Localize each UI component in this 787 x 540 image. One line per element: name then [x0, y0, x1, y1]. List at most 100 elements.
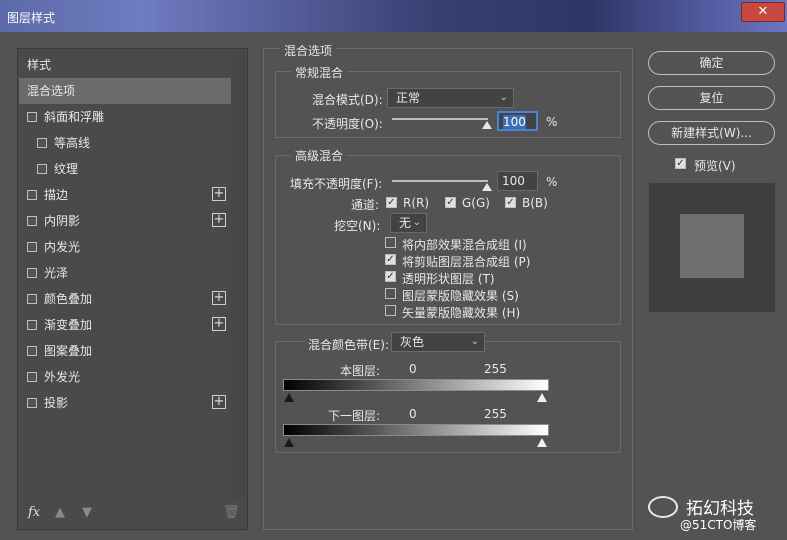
- style-item-checkbox[interactable]: [27, 294, 37, 304]
- style-item[interactable]: 内发光: [19, 234, 231, 260]
- style-item-label: 纹理: [54, 162, 79, 176]
- close-icon[interactable]: ✕: [741, 2, 785, 22]
- style-item[interactable]: 外发光: [19, 364, 231, 390]
- opacity-unit: %: [546, 115, 558, 129]
- advanced-option-checkbox[interactable]: [385, 288, 396, 299]
- add-icon[interactable]: +: [212, 395, 226, 409]
- style-item[interactable]: 纹理: [19, 156, 231, 182]
- add-icon[interactable]: +: [212, 291, 226, 305]
- opacity-input[interactable]: 100: [497, 111, 538, 131]
- style-item-checkbox[interactable]: [27, 190, 37, 200]
- this-layer-white-slider[interactable]: [537, 393, 547, 402]
- this-layer-min: 0: [409, 362, 417, 376]
- fill-opacity-value: 100: [502, 174, 525, 188]
- this-layer-label: 本图层:: [340, 364, 381, 378]
- style-item-label: 等高线: [54, 136, 91, 150]
- style-item-checkbox[interactable]: [27, 216, 37, 226]
- knockout-select[interactable]: 无 ⌄: [390, 213, 427, 233]
- add-icon[interactable]: +: [212, 187, 226, 201]
- advanced-option-checkbox[interactable]: ✓: [385, 254, 396, 265]
- watermark-site: @51CTO博客: [680, 518, 757, 532]
- fill-opacity-input[interactable]: 100: [497, 171, 538, 191]
- advanced-option-checkbox[interactable]: ✓: [385, 271, 396, 282]
- style-item[interactable]: 内阴影 +: [19, 208, 231, 234]
- wechat-icon: [648, 496, 678, 518]
- style-item-checkbox[interactable]: [27, 346, 37, 356]
- style-item-label: 光泽: [44, 266, 69, 280]
- ok-button[interactable]: 确定: [648, 51, 775, 75]
- add-icon[interactable]: +: [212, 213, 226, 227]
- blend-if-select[interactable]: 灰色 ⌄: [391, 332, 485, 352]
- style-item[interactable]: 斜面和浮雕: [19, 104, 231, 130]
- advanced-option-checkbox[interactable]: [385, 237, 396, 248]
- style-item-label: 外发光: [44, 370, 81, 384]
- knockout-label: 挖空(N):: [334, 219, 381, 233]
- fill-slider-track[interactable]: [392, 180, 488, 182]
- window-title: 图层样式: [7, 11, 56, 25]
- arrow-down-icon[interactable]: ▼: [82, 505, 92, 520]
- fill-opacity-unit: %: [546, 175, 558, 189]
- style-item[interactable]: 光泽: [19, 260, 231, 286]
- style-item-checkbox[interactable]: [27, 398, 37, 408]
- opacity-slider-track[interactable]: [392, 118, 488, 120]
- advanced-option-label: 将剪贴图层混合成组 (P): [402, 255, 531, 269]
- under-layer-gradient[interactable]: [283, 424, 549, 436]
- blend-mode-label: 混合模式(D):: [312, 93, 383, 107]
- channel-b-checkbox[interactable]: ✓: [505, 197, 516, 208]
- trash-icon[interactable]: 🗑: [223, 505, 240, 520]
- style-item-checkbox[interactable]: [27, 268, 37, 278]
- channel-g-label: G(G): [462, 196, 490, 210]
- opacity-slider-thumb[interactable]: [482, 121, 492, 129]
- this-layer-gradient[interactable]: [283, 379, 549, 391]
- blend-mode-select[interactable]: 正常 ⌄: [387, 88, 514, 108]
- preview-swatch: [680, 214, 744, 278]
- chevron-down-icon: ⌄: [499, 92, 508, 103]
- this-layer-max: 255: [484, 362, 507, 376]
- watermark: 拓幻科技 @51CTO博客: [648, 492, 787, 532]
- channel-r-checkbox[interactable]: ✓: [386, 197, 397, 208]
- style-item-checkbox[interactable]: [27, 242, 37, 252]
- window-titlebar: [0, 0, 787, 32]
- blend-if-group: [275, 341, 621, 453]
- chevron-down-icon: ⌄: [470, 336, 479, 347]
- advanced-blend-title: 高级混合: [291, 147, 348, 164]
- opacity-label: 不透明度(O):: [312, 117, 383, 131]
- style-item[interactable]: 渐变叠加 +: [19, 312, 231, 338]
- general-blend-title: 常规混合: [291, 64, 348, 81]
- reset-button[interactable]: 复位: [648, 86, 775, 110]
- style-item-checkbox[interactable]: [27, 112, 37, 122]
- styles-scrollbar[interactable]: [231, 52, 245, 498]
- style-item-checkbox[interactable]: [37, 138, 47, 148]
- add-icon[interactable]: +: [212, 317, 226, 331]
- under-layer-max: 255: [484, 407, 507, 421]
- style-item-checkbox[interactable]: [27, 320, 37, 330]
- style-item-label: 颜色叠加: [44, 292, 93, 306]
- advanced-option-label: 矢量蒙版隐藏效果 (H): [402, 306, 521, 320]
- arrow-up-icon[interactable]: ▲: [55, 505, 65, 520]
- style-item-checkbox[interactable]: [27, 372, 37, 382]
- channels-label: 通道:: [351, 198, 380, 212]
- style-item[interactable]: 描边 +: [19, 182, 231, 208]
- advanced-option-label: 图层蒙版隐藏效果 (S): [402, 289, 519, 303]
- under-layer-white-slider[interactable]: [537, 438, 547, 447]
- fill-opacity-label: 填充不透明度(F):: [290, 177, 383, 191]
- under-layer-black-slider[interactable]: [284, 438, 294, 447]
- style-item[interactable]: 颜色叠加 +: [19, 286, 231, 312]
- style-item[interactable]: 投影 +: [19, 390, 231, 416]
- fill-slider-thumb[interactable]: [482, 183, 492, 191]
- preview-checkbox[interactable]: ✓: [675, 158, 686, 169]
- style-item-label: 内发光: [44, 240, 81, 254]
- channel-g-checkbox[interactable]: ✓: [445, 197, 456, 208]
- advanced-option-checkbox[interactable]: [385, 305, 396, 316]
- style-item[interactable]: 混合选项: [19, 78, 231, 104]
- style-item-checkbox[interactable]: [37, 164, 47, 174]
- this-layer-black-slider[interactable]: [284, 393, 294, 402]
- style-item[interactable]: 图案叠加: [19, 338, 231, 364]
- knockout-value: 无: [399, 216, 412, 230]
- style-item[interactable]: 等高线: [19, 130, 231, 156]
- new-style-button[interactable]: 新建样式(W)...: [648, 121, 775, 145]
- style-item-label: 渐变叠加: [44, 318, 93, 332]
- advanced-option-label: 将内部效果混合成组 (I): [402, 238, 527, 252]
- fx-icon[interactable]: fx: [28, 505, 40, 520]
- advanced-option-label: 透明形状图层 (T): [402, 272, 495, 286]
